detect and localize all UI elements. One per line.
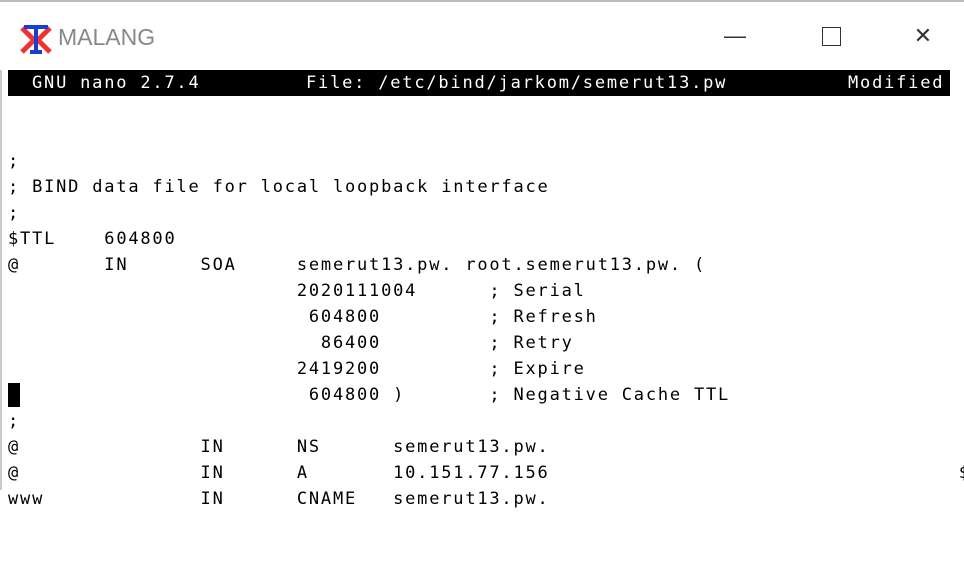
editor-content[interactable]: ; ; BIND data file for local loopback int…: [8, 122, 964, 564]
nano-header-bar: GNU nano 2.7.4 File: /etc/bind/jarkom/se…: [8, 70, 950, 96]
app-logo-icon: [20, 25, 52, 54]
window-titlebar: MALANG — ✕: [0, 0, 964, 70]
maximize-button[interactable]: [808, 18, 854, 54]
close-icon: ✕: [913, 23, 933, 48]
line: ; BIND data file for local loopback inte…: [8, 177, 550, 197]
line: @ IN A 10.151.77.156 $: [8, 463, 964, 483]
nano-modified-status: Modified: [848, 73, 945, 93]
maximize-icon: [821, 26, 841, 46]
minimize-icon: —: [724, 23, 746, 48]
window-border: [0, 70, 2, 490]
window-title: MALANG: [58, 24, 156, 50]
line: 86400 ; Retry: [8, 333, 574, 353]
line: @ IN SOA semerut13.pw. root.semerut13.pw…: [8, 255, 707, 275]
text-cursor: [8, 383, 20, 407]
line: ;: [8, 203, 21, 223]
line: $TTL 604800: [8, 229, 177, 249]
terminal[interactable]: GNU nano 2.7.4 File: /etc/bind/jarkom/se…: [8, 70, 964, 509]
minimize-button[interactable]: —: [712, 18, 758, 54]
nano-version: GNU nano 2.7.4: [32, 73, 201, 93]
line: @ IN NS semerut13.pw.: [8, 437, 550, 457]
line: 604800 ) ; Negative Cache TTL: [8, 383, 731, 407]
line: 2020111004 ; Serial: [8, 281, 586, 301]
line: ;: [8, 411, 21, 431]
line: 2419200 ; Expire: [8, 359, 586, 379]
line: 604800 ; Refresh: [8, 307, 598, 327]
close-button[interactable]: ✕: [900, 18, 946, 54]
nano-filename: File: /etc/bind/jarkom/semerut13.pw: [306, 73, 728, 93]
line: ;: [8, 151, 21, 171]
